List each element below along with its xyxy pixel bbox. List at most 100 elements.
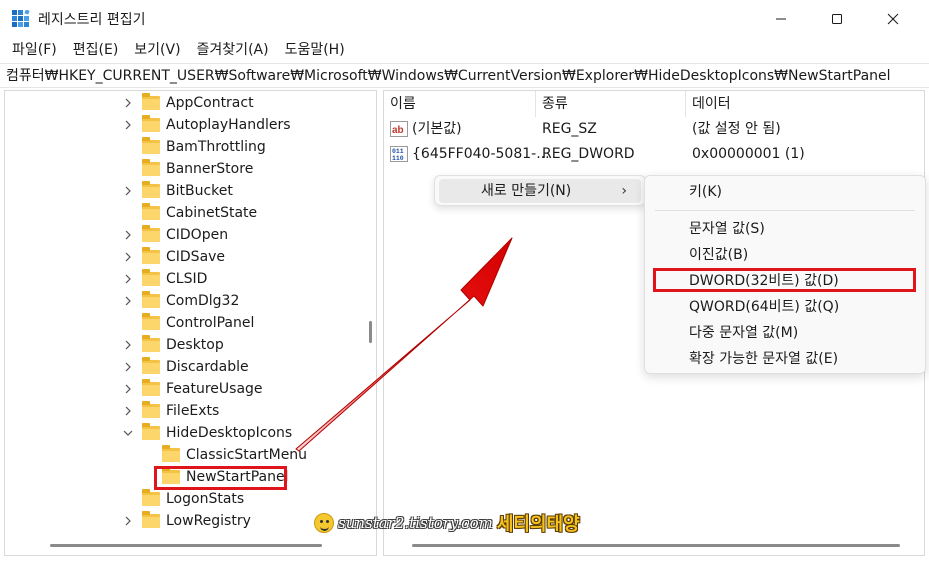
- chevron-down-icon[interactable]: [122, 422, 134, 444]
- tree-item[interactable]: HideDesktopIcons: [122, 422, 292, 444]
- dword-highlight-box: [653, 268, 916, 292]
- tree-item[interactable]: CabinetState: [122, 202, 257, 224]
- value-row[interactable]: ab (기본값) REG_SZ (값 설정 안 됨): [384, 117, 924, 142]
- tree-item[interactable]: ClassicStartMenu: [142, 444, 307, 466]
- tree-item-label: LowRegistry: [166, 513, 251, 529]
- value-type: REG_SZ: [542, 121, 597, 137]
- tree-item-label: BamThrottling: [166, 139, 266, 155]
- menu-item-new-label: 새로 만들기(N): [481, 183, 572, 199]
- window-title: 레지스트리 편집기: [38, 12, 146, 28]
- folder-icon: [142, 247, 160, 264]
- tree-item-label: AutoplayHandlers: [166, 117, 291, 133]
- folder-icon: [142, 137, 160, 154]
- tree-item-label: ComDlg32: [166, 293, 240, 309]
- chevron-right-icon[interactable]: [122, 510, 134, 532]
- tree-item-label: HideDesktopIcons: [166, 425, 293, 441]
- smiley-icon: [314, 513, 334, 533]
- chevron-right-icon[interactable]: [122, 268, 134, 290]
- chevron-right-icon[interactable]: [122, 114, 134, 136]
- tree-item[interactable]: AppContract: [122, 92, 254, 114]
- tree-item[interactable]: ComDlg32: [122, 290, 239, 312]
- value-data: (값 설정 안 됨): [692, 121, 781, 137]
- tree-item-label: CLSID: [166, 271, 208, 287]
- tree-item[interactable]: FileExts: [122, 400, 219, 422]
- menu-separator: [655, 210, 915, 211]
- folder-icon: [142, 291, 160, 308]
- list-horizontal-scrollbar[interactable]: [412, 544, 900, 547]
- chevron-right-icon[interactable]: [122, 356, 134, 378]
- folder-icon: [142, 511, 160, 528]
- chevron-right-icon[interactable]: [122, 180, 134, 202]
- column-header-type[interactable]: 종류: [536, 91, 686, 117]
- submenu-item-multi-string-value[interactable]: 다중 문자열 값(M): [689, 320, 798, 346]
- menu-help[interactable]: 도움말(H): [279, 38, 351, 62]
- watermark: sunstar2.tistory.com 세티의태양: [314, 510, 580, 536]
- tree-item-label: FeatureUsage: [166, 381, 263, 397]
- value-row[interactable]: 011 110 {645FF040-5081-... REG_DWORD 0x0…: [384, 142, 924, 167]
- list-header: 이름 종류 데이터: [384, 91, 924, 117]
- tree-item[interactable]: CLSID: [122, 268, 207, 290]
- close-icon: [887, 13, 899, 25]
- address-bar[interactable]: 컴퓨터₩HKEY_CURRENT_USER₩Software₩Microsoft…: [0, 63, 929, 88]
- chevron-right-icon[interactable]: [122, 246, 134, 268]
- tree-item[interactable]: Desktop: [122, 334, 224, 356]
- tree-item[interactable]: AutoplayHandlers: [122, 114, 291, 136]
- tree-horizontal-scrollbar[interactable]: [50, 544, 322, 547]
- tree-item[interactable]: BitBucket: [122, 180, 233, 202]
- tree-item[interactable]: LowRegistry: [122, 510, 251, 532]
- menu-favorites[interactable]: 즐겨찾기(A): [191, 38, 275, 62]
- tree-item-label: CIDOpen: [166, 227, 229, 243]
- value-data: 0x00000001 (1): [692, 146, 805, 162]
- chevron-right-icon[interactable]: [122, 290, 134, 312]
- tree-vertical-scrollbar[interactable]: [366, 91, 376, 541]
- folder-icon: [142, 401, 160, 418]
- submenu-item-string-value[interactable]: 문자열 값(S): [689, 216, 765, 242]
- menu-view[interactable]: 보기(V): [128, 38, 186, 62]
- chevron-right-icon[interactable]: [122, 400, 134, 422]
- menu-edit[interactable]: 편집(E): [67, 38, 125, 62]
- chevron-right-icon[interactable]: [122, 224, 134, 246]
- column-header-name[interactable]: 이름: [384, 91, 536, 117]
- tree-item-label: Desktop: [166, 337, 224, 353]
- submenu-item-key[interactable]: 키(K): [689, 179, 722, 205]
- folder-icon: [142, 115, 160, 132]
- submenu-item-expandable-string-value[interactable]: 확장 가능한 문자열 값(E): [689, 346, 838, 372]
- tree-item[interactable]: CIDSave: [122, 246, 225, 268]
- svg-text:ab: ab: [392, 125, 404, 136]
- tree-item[interactable]: Discardable: [122, 356, 249, 378]
- folder-icon: [142, 203, 160, 220]
- close-button[interactable]: [865, 0, 921, 38]
- svg-text:110: 110: [392, 155, 404, 162]
- tree-item[interactable]: BannerStore: [122, 158, 253, 180]
- folder-icon: [142, 181, 160, 198]
- folder-icon: [142, 93, 160, 110]
- maximize-button[interactable]: [809, 0, 865, 38]
- minimize-icon: [776, 18, 786, 20]
- minimize-button[interactable]: [753, 0, 809, 38]
- folder-icon: [162, 445, 180, 462]
- tree-item[interactable]: FeatureUsage: [122, 378, 263, 400]
- tree-item-label: CabinetState: [166, 205, 258, 221]
- maximize-icon: [832, 14, 842, 24]
- chevron-right-icon[interactable]: [122, 378, 134, 400]
- chevron-right-icon[interactable]: [122, 334, 134, 356]
- scrollbar-thumb[interactable]: [369, 321, 372, 343]
- tree-item[interactable]: LogonStats: [122, 488, 244, 510]
- tree-item[interactable]: ControlPanel: [122, 312, 254, 334]
- menu-item-new[interactable]: 새로 만들기(N) ›: [439, 179, 641, 203]
- tree-item-label: FileExts: [166, 403, 220, 419]
- tree-item[interactable]: CIDOpen: [122, 224, 228, 246]
- submenu-item-binary-value[interactable]: 이진값(B): [689, 242, 748, 268]
- chevron-right-icon[interactable]: [122, 92, 134, 114]
- svg-text:011: 011: [392, 148, 404, 155]
- column-header-data[interactable]: 데이터: [686, 91, 924, 117]
- submenu-item-qword-value[interactable]: QWORD(64비트) 값(Q): [689, 294, 839, 320]
- menu-file[interactable]: 파일(F): [6, 38, 63, 62]
- tree-item-label: AppContract: [166, 95, 254, 111]
- tree-item[interactable]: BamThrottling: [122, 136, 266, 158]
